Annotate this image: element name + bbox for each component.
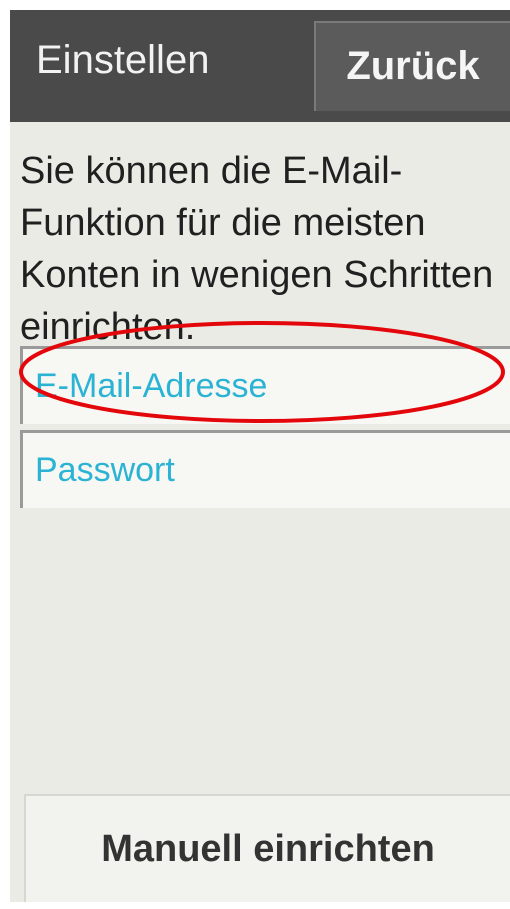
password-field[interactable] xyxy=(20,430,510,508)
email-field[interactable] xyxy=(20,346,510,424)
back-button[interactable]: Zurück xyxy=(314,21,510,111)
email-input[interactable] xyxy=(23,349,510,424)
manual-setup-button[interactable]: Manuell einrichten xyxy=(24,794,510,902)
password-input[interactable] xyxy=(23,433,510,508)
header-bar: Einstellen Zurück xyxy=(10,10,510,122)
email-setup-screen: Einstellen Zurück Sie können die E-Mail-… xyxy=(10,10,510,902)
intro-text: Sie können die E-Mail-Funktion für die m… xyxy=(20,150,494,348)
page-title: Einstellen xyxy=(36,38,210,82)
